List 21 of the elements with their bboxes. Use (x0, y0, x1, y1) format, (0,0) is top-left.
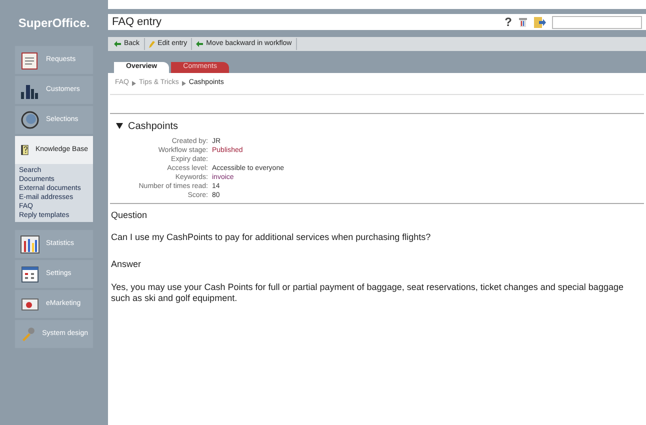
logo: SuperOffice. (17, 15, 91, 32)
answer-text: Yes, you may use your Cash Points for full or partial payment of baggage, seat reservations, ticket changes and special baggage such as ski and golf equipment. (111, 282, 624, 304)
arrow-icon (196, 41, 204, 47)
bar-chart-icon (20, 234, 40, 254)
circle-icon (20, 110, 40, 130)
calendar-icon (20, 264, 40, 284)
arrow-icon (114, 41, 121, 47)
section-title: Cashpoints (128, 120, 178, 134)
help-link[interactable]: ? (504, 13, 512, 31)
search-field[interactable] (552, 16, 642, 28)
answer-heading: Answer (111, 258, 142, 270)
chevron-icon (182, 80, 186, 86)
expander-icon[interactable] (116, 123, 123, 129)
question-heading: Question (111, 208, 148, 222)
document-icon (20, 50, 40, 70)
question-text: Can I use my CashPoints to pay for additional services when purchasing flights? (111, 231, 432, 244)
trash-icon[interactable] (518, 17, 528, 27)
chevron-icon (132, 80, 136, 86)
exit-icon[interactable] (534, 16, 546, 28)
page-title: FAQ entry (112, 14, 163, 30)
pencil-icon (148, 40, 155, 48)
